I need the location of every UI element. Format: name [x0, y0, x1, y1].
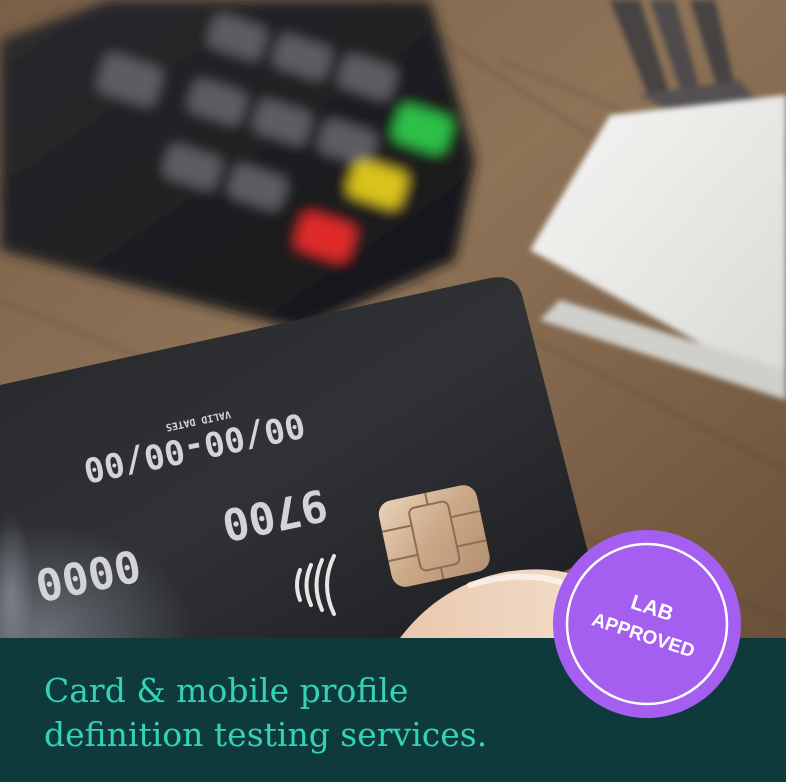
badge-line-1: LAB [628, 591, 676, 626]
headline: Card & mobile profile definition testing… [44, 669, 604, 757]
promo-banner: 00/00-00/00 VALID DATES 9700 0000 Card &… [0, 0, 786, 782]
headline-line-2: definition testing services. [44, 715, 488, 754]
badge-graphic: LAB APPROVED [565, 542, 729, 706]
lab-approved-badge: LAB APPROVED [553, 530, 741, 718]
headline-line-1: Card & mobile profile [44, 671, 409, 710]
